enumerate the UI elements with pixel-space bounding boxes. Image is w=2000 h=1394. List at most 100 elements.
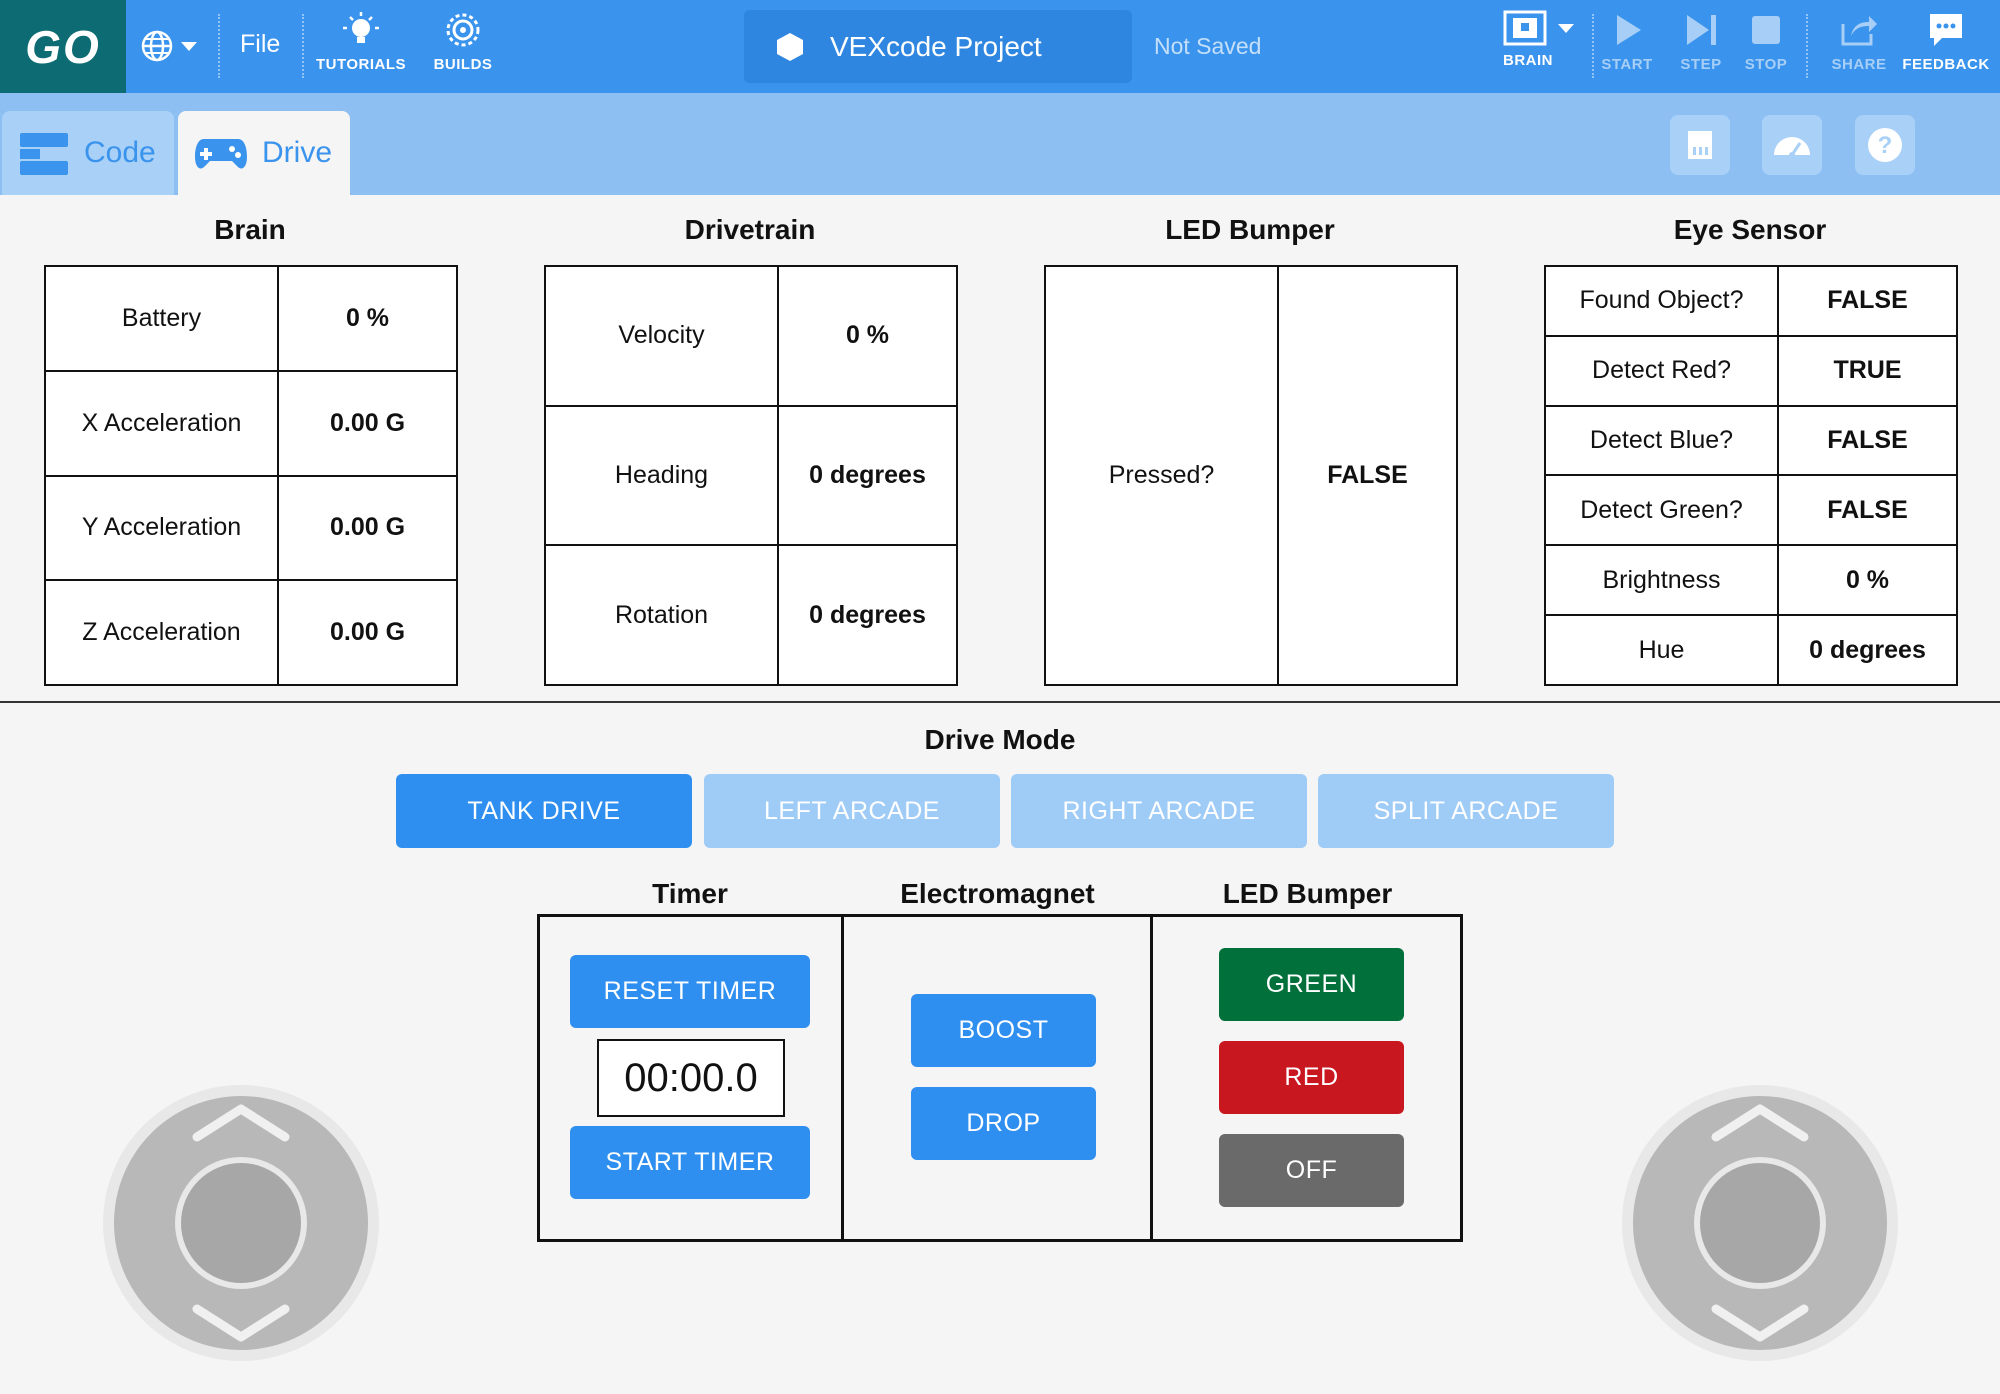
joystick-graphic — [1622, 1085, 1898, 1361]
brain-label: BRAIN — [1503, 52, 1553, 69]
eye-sensor-panel-title: Eye Sensor — [1673, 214, 1827, 245]
step-label: STEP — [1680, 56, 1722, 73]
builds-label: BUILDS — [433, 56, 493, 73]
led-off-button[interactable]: OFF — [1219, 1134, 1404, 1207]
start-timer-button[interactable]: START TIMER — [570, 1126, 810, 1199]
gear-build-icon — [446, 13, 480, 47]
file-menu-button[interactable]: File — [240, 30, 280, 59]
tab-drive[interactable]: Drive — [178, 111, 350, 195]
chevron-down-icon — [181, 42, 197, 51]
brain-table: Battery 0 % X Acceleration 0.00 G Y Accele… — [44, 265, 458, 686]
feedback-label: FEEDBACK — [1902, 56, 1990, 73]
brain-value-z-accel: 0.00 G — [277, 579, 458, 686]
table-row: Detect Blue? FALSE — [1544, 404, 1958, 477]
table-row: Detect Green? FALSE — [1544, 474, 1958, 547]
tab-code[interactable]: Code — [2, 111, 174, 195]
eye-label-detect-red: Detect Red? — [1544, 334, 1779, 407]
stop-button[interactable]: STOP — [1744, 10, 1788, 73]
boost-button[interactable]: BOOST — [911, 994, 1096, 1067]
drop-button[interactable]: DROP — [911, 1087, 1096, 1160]
controls-divider — [1150, 914, 1153, 1242]
led-bumper-panel-title: LED Bumper — [1165, 214, 1335, 245]
brain-label-z-accel: Z Acceleration — [44, 579, 279, 686]
project-name: VEXcode Project — [830, 30, 1042, 62]
table-row: Battery 0 % — [44, 265, 458, 372]
play-icon — [1617, 15, 1641, 45]
reset-timer-button[interactable]: RESET TIMER — [570, 955, 810, 1028]
stop-icon — [1752, 16, 1780, 44]
brain-button[interactable]: BRAIN — [1500, 10, 1578, 69]
dashboard-button[interactable] — [1762, 115, 1822, 175]
brain-label-x-accel: X Acceleration — [44, 369, 279, 477]
right-joystick[interactable] — [1620, 1083, 1900, 1363]
tab-drive-label: Drive — [262, 136, 333, 169]
vexcode-go-logo: GO — [0, 0, 126, 93]
code-blocks-icon — [20, 133, 68, 175]
eye-label-detect-blue: Detect Blue? — [1544, 404, 1779, 477]
language-menu-button[interactable] — [140, 24, 210, 68]
step-icon — [1687, 15, 1716, 45]
brain-value-x-accel: 0.00 G — [277, 369, 458, 477]
table-row: X Acceleration 0.00 G — [44, 369, 458, 477]
drivetrain-label-rotation: Rotation — [544, 544, 779, 686]
led-red-button[interactable]: RED — [1219, 1041, 1404, 1114]
eye-label-detect-green: Detect Green? — [1544, 474, 1779, 547]
joystick-graphic — [103, 1085, 379, 1361]
hexagon-icon — [777, 32, 803, 61]
table-row: Detect Red? TRUE — [1544, 334, 1958, 407]
toolbar-divider — [1592, 14, 1594, 78]
left-arcade-button[interactable]: LEFT ARCADE — [704, 774, 1000, 848]
brain-panel-title: Brain — [214, 214, 286, 245]
start-button[interactable]: START — [1601, 10, 1653, 73]
eye-value-hue: 0 degrees — [1777, 614, 1958, 686]
tutorials-button[interactable]: TUTORIALS — [316, 10, 406, 73]
table-row: Found Object? FALSE — [1544, 265, 1958, 337]
devices-button[interactable] — [1670, 115, 1730, 175]
table-row: Velocity 0 % — [544, 265, 958, 407]
share-label: SHARE — [1831, 56, 1887, 73]
eye-value-detect-green: FALSE — [1777, 474, 1958, 547]
builds-button[interactable]: BUILDS — [430, 10, 496, 73]
stop-label: STOP — [1744, 56, 1788, 73]
table-row: Rotation 0 degrees — [544, 544, 958, 686]
brain-label-battery: Battery — [44, 265, 279, 372]
led-bumper-value-pressed: FALSE — [1277, 265, 1458, 686]
save-status: Not Saved — [1154, 33, 1262, 59]
right-arcade-button[interactable]: RIGHT ARCADE — [1011, 774, 1307, 848]
eye-label-found-object: Found Object? — [1544, 265, 1779, 337]
controls-divider — [841, 914, 844, 1242]
section-divider — [0, 701, 2000, 703]
led-bumper-control-title: LED Bumper — [1222, 878, 1393, 909]
drivetrain-panel-title: Drivetrain — [684, 214, 816, 245]
help-button[interactable]: ? — [1855, 115, 1915, 175]
top-toolbar: GO File TUTORIALS BUILDS VEXcode Project… — [0, 0, 2000, 93]
logo-text: GO — [25, 20, 101, 73]
chevron-down-icon — [1558, 24, 1574, 33]
eye-value-found-object: FALSE — [1777, 265, 1958, 337]
step-button[interactable]: STEP — [1678, 10, 1724, 73]
eye-value-detect-red: TRUE — [1777, 334, 1958, 407]
brain-value-y-accel: 0.00 G — [277, 474, 458, 582]
left-joystick[interactable] — [101, 1083, 381, 1363]
gamepad-icon — [195, 139, 247, 169]
split-arcade-button[interactable]: SPLIT ARCADE — [1318, 774, 1614, 848]
led-green-button[interactable]: GREEN — [1219, 948, 1404, 1021]
toolbar-divider — [302, 14, 304, 78]
share-button[interactable]: SHARE — [1831, 10, 1887, 73]
timer-display: 00:00.0 — [597, 1039, 785, 1117]
drivetrain-value-velocity: 0 % — [777, 265, 958, 407]
drive-mode-title: Drive Mode — [924, 724, 1076, 755]
start-label: START — [1601, 56, 1653, 73]
feedback-button[interactable]: FEEDBACK — [1902, 10, 1989, 73]
project-name-button[interactable]: VEXcode Project — [744, 10, 1132, 83]
table-row: Y Acceleration 0.00 G — [44, 474, 458, 582]
globe-icon — [141, 30, 173, 62]
tank-drive-button[interactable]: TANK DRIVE — [396, 774, 692, 848]
drivetrain-label-heading: Heading — [544, 404, 779, 547]
feedback-speech-icon — [1930, 14, 1962, 46]
table-row: Hue 0 degrees — [1544, 614, 1958, 686]
lightbulb-icon — [343, 12, 379, 43]
eye-label-hue: Hue — [1544, 614, 1779, 686]
tab-code-label: Code — [84, 136, 156, 169]
eye-value-detect-blue: FALSE — [1777, 404, 1958, 477]
